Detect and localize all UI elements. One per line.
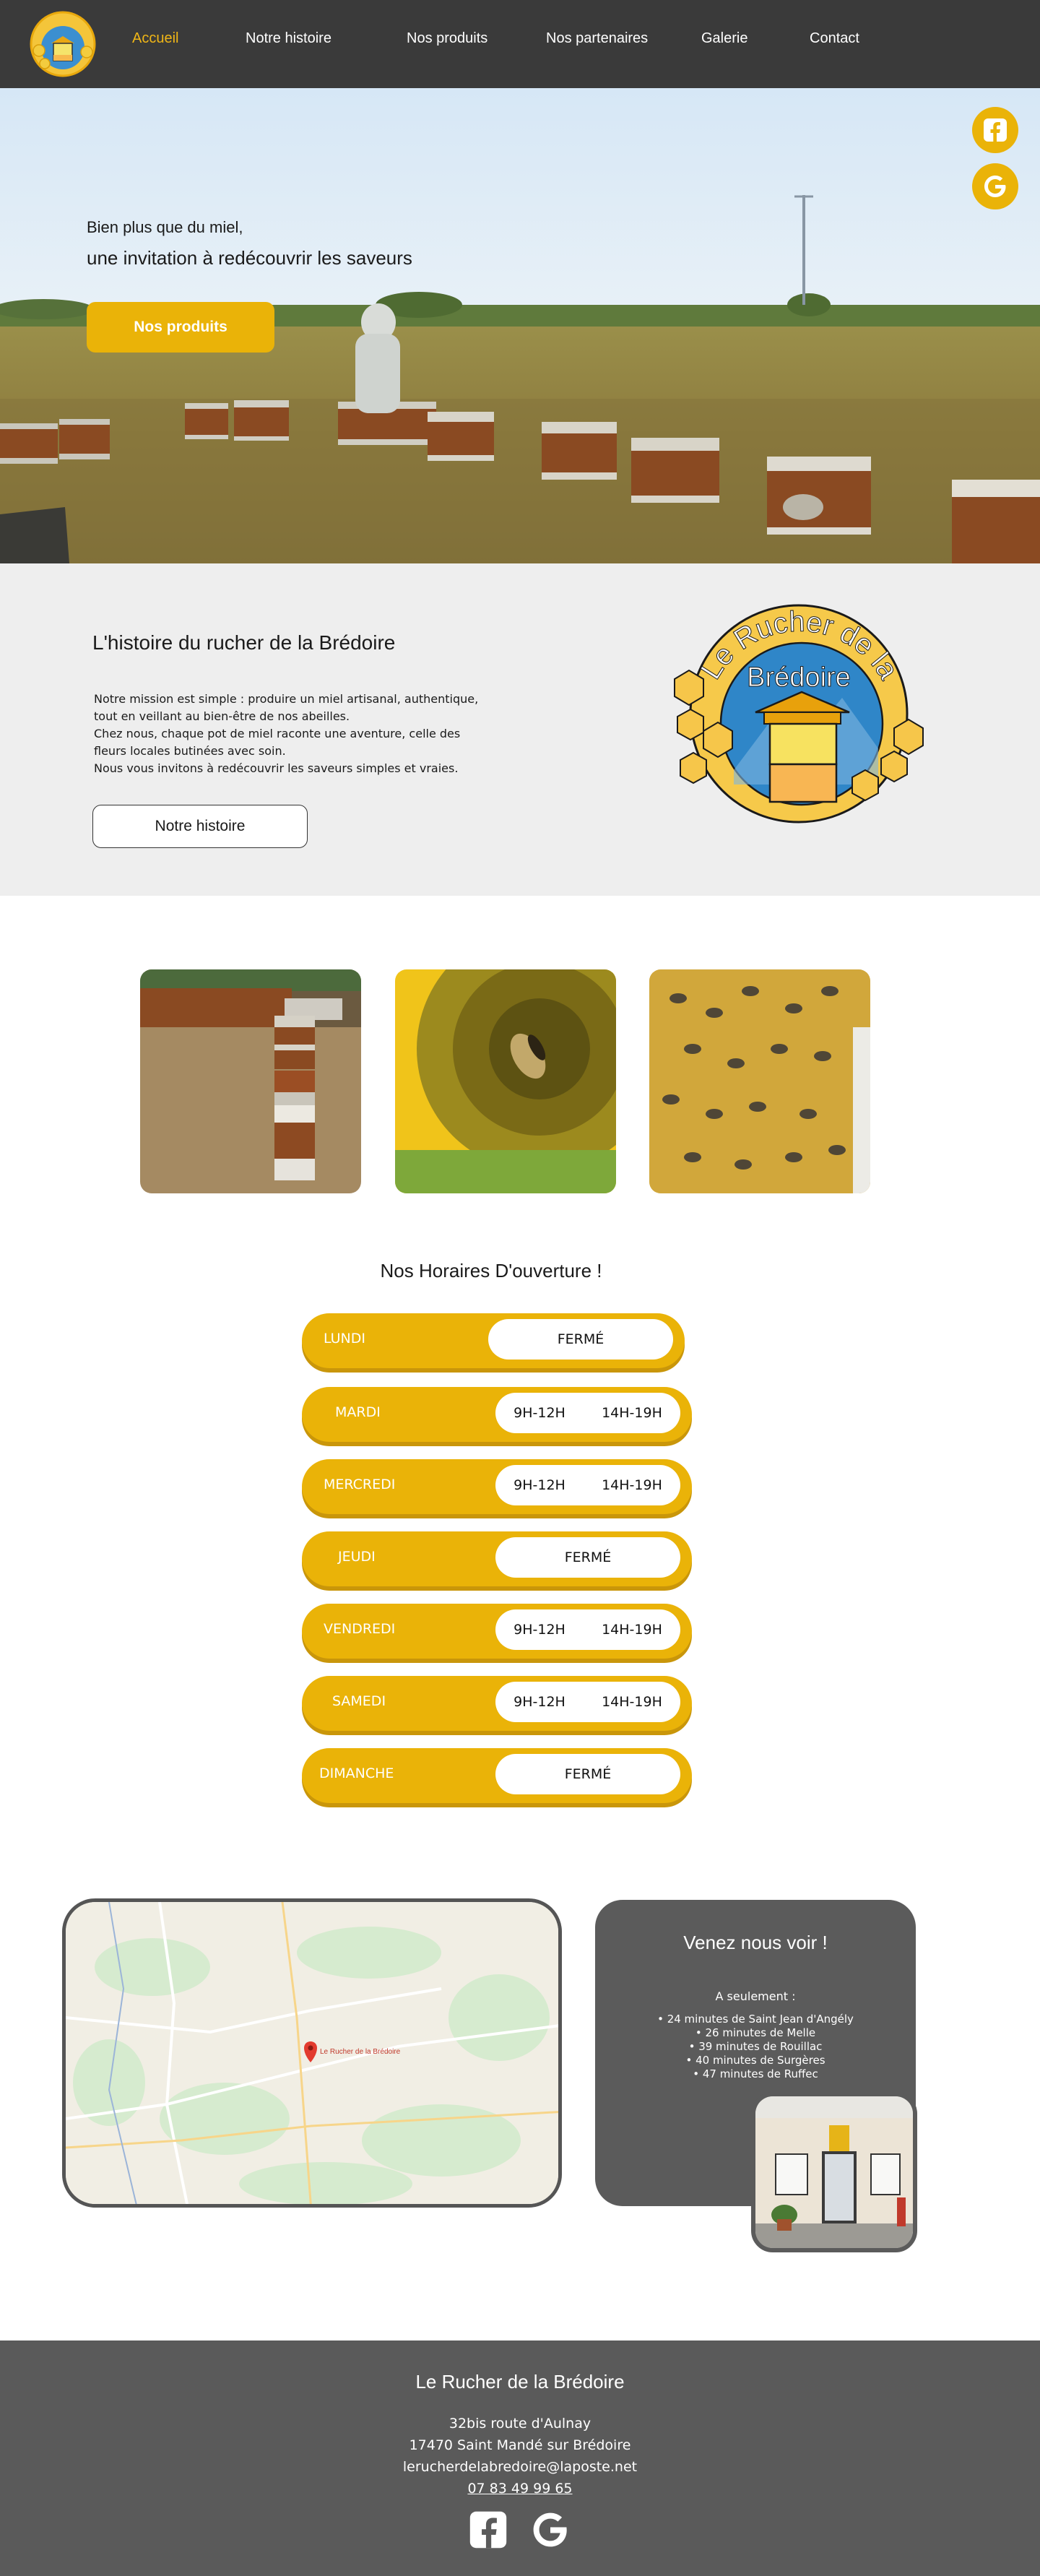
hours-value: 9H-12H 14H-19H	[495, 1609, 680, 1650]
hours-morning: 9H-12H	[514, 1405, 566, 1421]
footer-address-line2: 17470 Saint Mandé sur Brédoire	[409, 2437, 631, 2453]
hours-closed: FERMÉ	[564, 1550, 612, 1565]
story-text: Notre mission est simple : produire un m…	[94, 691, 498, 777]
nav-nos-produits[interactable]: Nos produits	[407, 30, 488, 47]
story-line: Chez nous, chaque pot de miel raconte un…	[94, 727, 461, 740]
distance-list: 24 minutes de Saint Jean d'Angély 26 min…	[595, 2013, 916, 2081]
hero-title: une invitation à redécouvrir les saveurs	[87, 247, 412, 269]
story-line: Notre mission est simple : produire un m…	[94, 692, 479, 706]
hours-value: FERMÉ	[488, 1319, 673, 1360]
visit-title: Venez nous voir !	[683, 1932, 828, 1953]
nav-contact[interactable]: Contact	[810, 30, 859, 47]
top-navbar: Accueil Notre histoire Nos produits Nos …	[0, 0, 1040, 88]
hours-afternoon: 14H-19H	[602, 1694, 662, 1710]
hours-value: FERMÉ	[495, 1537, 680, 1578]
hours-day: MERCREDI	[324, 1477, 396, 1492]
hours-title: Nos Horaires D'ouverture !	[380, 1260, 602, 1281]
list-item: 47 minutes de Ruffec	[595, 2067, 916, 2081]
hero-banner: Bien plus que du miel, une invitation à …	[0, 88, 1040, 563]
facebook-button[interactable]	[972, 107, 1018, 153]
hours-closed: FERMÉ	[564, 1766, 612, 1782]
hours-value: 9H-12H 14H-19H	[495, 1465, 680, 1505]
nos-produits-button[interactable]: Nos produits	[87, 302, 274, 353]
google-button[interactable]	[972, 163, 1018, 209]
list-item: 26 minutes de Melle	[595, 2026, 916, 2040]
hours-row-mardi: MARDI 9H-12H 14H-19H	[302, 1387, 692, 1442]
gallery-photo-bees-frame[interactable]	[649, 969, 870, 1193]
story-section: L'histoire du rucher de la Brédoire Notr…	[0, 563, 1040, 896]
hours-morning: 9H-12H	[514, 1694, 566, 1710]
footer-title: Le Rucher de la Brédoire	[415, 2371, 625, 2393]
nav-notre-histoire[interactable]: Notre histoire	[246, 30, 332, 47]
footer-facebook-button[interactable]	[468, 2510, 508, 2550]
nav-nos-partenaires[interactable]: Nos partenaires	[546, 30, 648, 47]
story-line: fleurs locales butinées avec soin.	[94, 744, 286, 758]
hours-row-vendredi: VENDREDI 9H-12H 14H-19H	[302, 1604, 692, 1659]
location-map[interactable]: Le Rucher de la Brédoire	[62, 1898, 562, 2208]
map-marker-label: Le Rucher de la Brédoire	[320, 2048, 401, 2056]
gallery-photo-hives[interactable]	[140, 969, 361, 1193]
hours-day: MARDI	[335, 1404, 381, 1420]
hours-morning: 9H-12H	[514, 1477, 566, 1493]
google-icon	[984, 176, 1006, 197]
list-item: 24 minutes de Saint Jean d'Angély	[595, 2013, 916, 2026]
nav-galerie[interactable]: Galerie	[701, 30, 748, 47]
nav-accueil[interactable]: Accueil	[132, 30, 178, 47]
footer-phone-link[interactable]: 07 83 49 99 65	[0, 2481, 1040, 2497]
hours-row-lundi: LUNDI FERMÉ	[302, 1313, 685, 1368]
hours-row-mercredi: MERCREDI 9H-12H 14H-19H	[302, 1459, 692, 1514]
site-logo[interactable]	[26, 7, 100, 81]
logo-line2: Brédoire	[747, 662, 851, 693]
hours-day: SAMEDI	[332, 1693, 386, 1709]
hours-day: DIMANCHE	[319, 1765, 394, 1781]
hours-row-jeudi: JEUDI FERMÉ	[302, 1531, 692, 1586]
hours-day: LUNDI	[324, 1331, 365, 1347]
hours-value: 9H-12H 14H-19H	[495, 1682, 680, 1722]
hours-afternoon: 14H-19H	[602, 1477, 662, 1493]
story-line: Nous vous invitons à redécouvrir les sav…	[94, 761, 459, 775]
facebook-icon	[984, 118, 1007, 142]
hours-morning: 9H-12H	[514, 1622, 566, 1638]
hero-subtitle: Bien plus que du miel,	[87, 218, 243, 236]
hours-day: VENDREDI	[324, 1621, 396, 1637]
google-icon	[533, 2512, 567, 2547]
rucher-logo-large: Brédoire Le Rucher de la	[662, 597, 936, 842]
story-line: tout en veillant au bien-être de nos abe…	[94, 709, 350, 723]
hours-value: 9H-12H 14H-19H	[495, 1393, 680, 1433]
hours-row-dimanche: DIMANCHE FERMÉ	[302, 1748, 692, 1803]
footer: Le Rucher de la Brédoire 32bis route d'A…	[0, 2341, 1040, 2576]
shop-front-photo	[751, 2092, 917, 2252]
facebook-icon	[469, 2511, 507, 2549]
list-item: 39 minutes de Rouillac	[595, 2040, 916, 2054]
footer-email[interactable]: lerucherdelabredoire@laposte.net	[0, 2459, 1040, 2475]
list-item: 40 minutes de Surgères	[595, 2054, 916, 2067]
hours-row-samedi: SAMEDI 9H-12H 14H-19H	[302, 1676, 692, 1731]
notre-histoire-button[interactable]: Notre histoire	[92, 805, 308, 848]
visit-subtitle: A seulement :	[715, 1989, 796, 2003]
hours-afternoon: 14H-19H	[602, 1622, 662, 1638]
hours-afternoon: 14H-19H	[602, 1405, 662, 1421]
hours-day: JEUDI	[338, 1549, 376, 1565]
footer-google-button[interactable]	[530, 2510, 571, 2550]
footer-address-line1: 32bis route d'Aulnay	[448, 2416, 592, 2432]
story-title: L'histoire du rucher de la Brédoire	[92, 631, 396, 654]
hours-value: FERMÉ	[495, 1754, 680, 1794]
gallery-photo-sunflower-bee[interactable]	[395, 969, 616, 1193]
hours-closed: FERMÉ	[557, 1331, 604, 1347]
